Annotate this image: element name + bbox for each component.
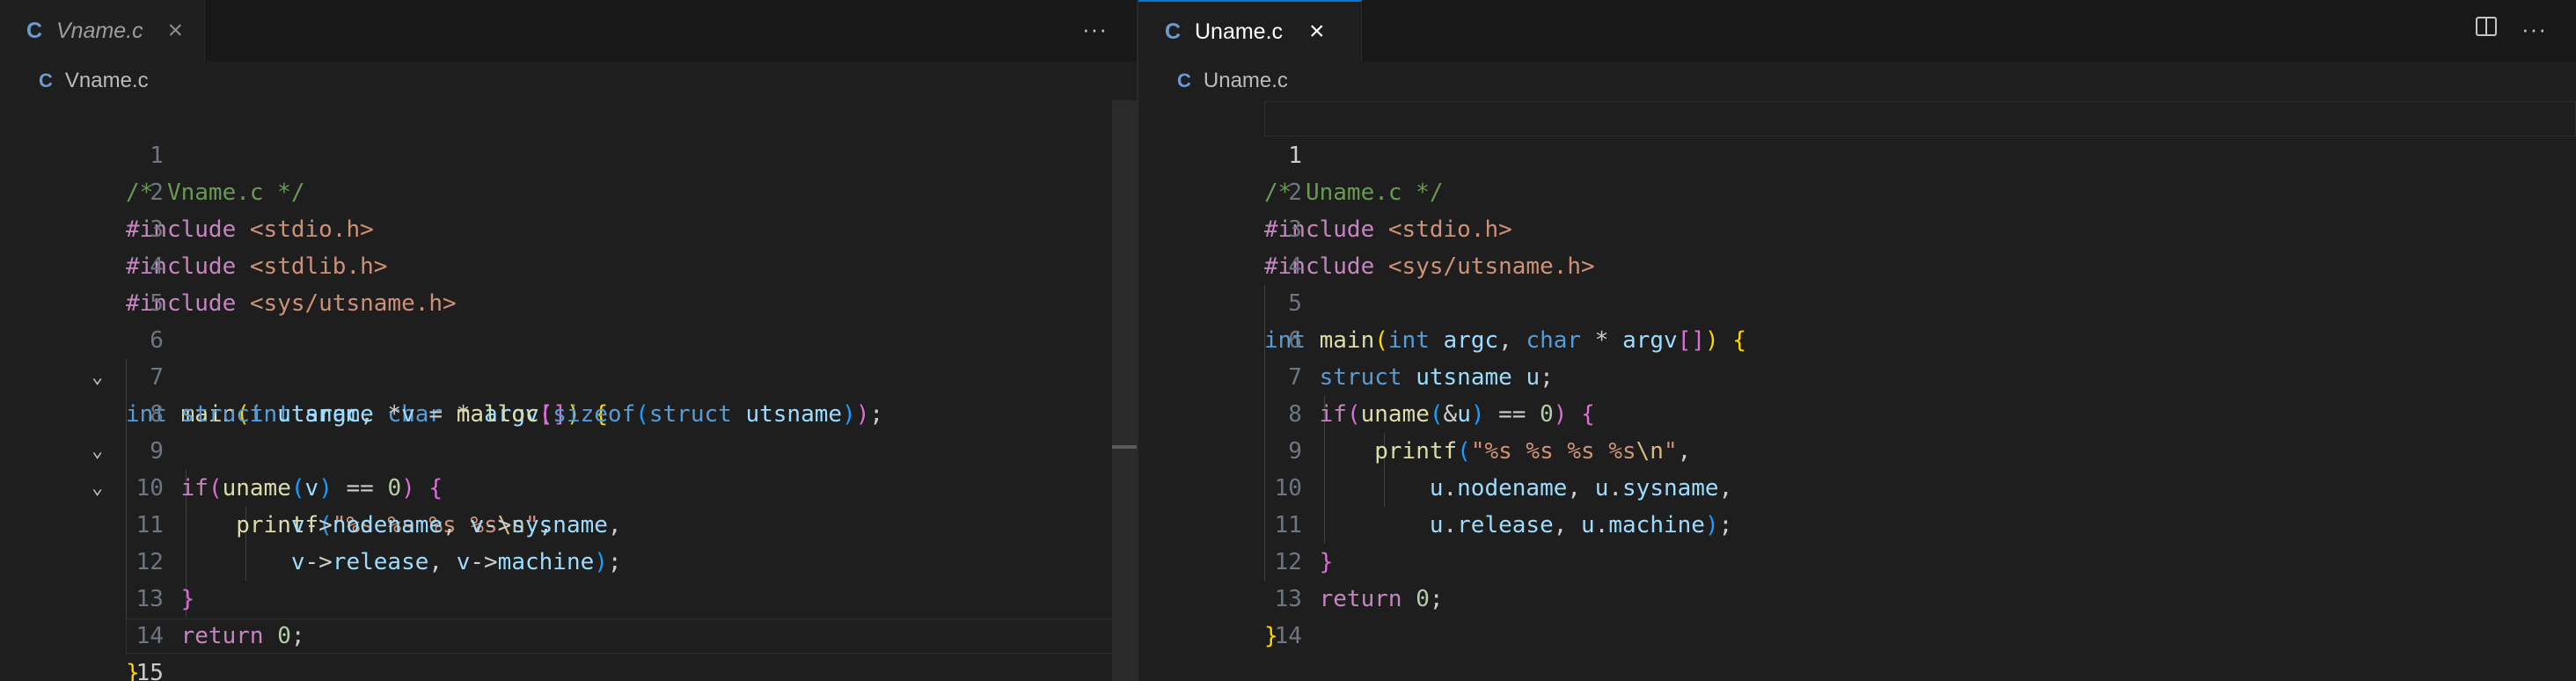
code-line: 13 return 0; [0, 544, 1137, 649]
right-editor-group: C Uname.c × ··· C Uname.c 1 /* Uname.c *… [1138, 0, 2576, 681]
breadcrumb[interactable]: C Vname.c [39, 63, 149, 99]
line-number: 14 [1274, 623, 1302, 649]
code-line: 9 u.nodename, u.sysname, [1138, 396, 2576, 502]
more-actions-icon[interactable]: ··· [1082, 16, 1108, 43]
tab-label: Uname.c [1195, 18, 1284, 44]
code-line: 5 int main(int argc, char * argv[]) { [1138, 248, 2576, 354]
code-line: 7 struct utsname *v = malloc(sizeof(stru… [0, 322, 1137, 428]
code-line: 2 #include <stdio.h> [1138, 137, 2576, 243]
code-line: 5 [0, 248, 1137, 317]
tab-vname-c[interactable]: C Vname.c × [0, 0, 205, 62]
c-file-icon: C [39, 70, 53, 92]
tab-uname-c[interactable]: C Uname.c × [1138, 0, 1362, 62]
more-actions-icon[interactable]: ··· [2521, 16, 2547, 43]
breadcrumb[interactable]: C Uname.c [1177, 63, 1288, 99]
vertical-scrollbar[interactable] [1112, 100, 1137, 681]
breadcrumb-filename[interactable]: Vname.c [65, 69, 149, 93]
close-icon[interactable]: × [168, 18, 184, 44]
code-line: 1 /* Vname.c */ [0, 100, 1137, 206]
code-line: 15 [0, 618, 1137, 681]
code-editor[interactable]: 1 /* Vname.c */ 2 #include <stdio.h> 3 #… [0, 100, 1137, 681]
c-file-icon: C [1165, 18, 1182, 44]
code-line: 11 v->release, v->machine); [0, 470, 1137, 575]
code-line: 7 if(uname(&u) == 0) { [1138, 322, 2576, 428]
code-line: 11 } [1138, 470, 2576, 575]
code-line: 4 [1138, 211, 2576, 280]
code-line: 2 #include <stdio.h> [0, 137, 1137, 243]
scrollbar-thumb[interactable] [1112, 445, 1137, 449]
code-line: 8 ⌄ if(uname(v) == 0) { [0, 359, 1137, 502]
left-tab-bar: C Vname.c × ··· [0, 0, 1137, 62]
code-line: 1 /* Uname.c */ [1138, 100, 2576, 206]
c-file-icon: C [26, 18, 43, 43]
code-line: 12 return 0; [1138, 507, 2576, 612]
code-line: 6 struct utsname u; [1138, 285, 2576, 391]
code-line: 4 #include <sys/utsname.h> [0, 211, 1137, 317]
c-file-icon: C [1177, 70, 1191, 92]
code-line: 14 } [0, 581, 1137, 681]
code-line: 9 ⌄ printf("%s %s %s %s\n", [0, 396, 1137, 538]
close-icon[interactable]: × [1309, 18, 1325, 45]
code-line: 13 } [1138, 544, 2576, 649]
code-line: 14 [1138, 581, 2576, 649]
code-line: 10 v->nodename, v->sysname, [0, 433, 1137, 538]
code-line: 3 #include <sys/utsname.h> [1138, 174, 2576, 280]
tab-label: Vname.c [56, 18, 143, 43]
split-editor-icon[interactable] [2474, 14, 2499, 45]
code-line: 10 u.release, u.machine); [1138, 433, 2576, 538]
code-editor[interactable]: 1 /* Uname.c */ 2 #include <stdio.h> 3 #… [1138, 100, 2576, 681]
code-line: 6 ⌄ int main(int argc, char * argv[]) { [0, 285, 1137, 428]
code-line: 12 } [0, 507, 1137, 612]
line-number: 15 [135, 660, 164, 681]
left-editor-group: C Vname.c × ··· C Vname.c 1 /* Vname.c *… [0, 0, 1137, 681]
code-line: 8 printf("%s %s %s %s\n", [1138, 359, 2576, 465]
code-line: 3 #include <stdlib.h> [0, 174, 1137, 280]
breadcrumb-filename[interactable]: Uname.c [1204, 69, 1288, 93]
right-tab-bar: C Uname.c × ··· [1138, 0, 2576, 62]
